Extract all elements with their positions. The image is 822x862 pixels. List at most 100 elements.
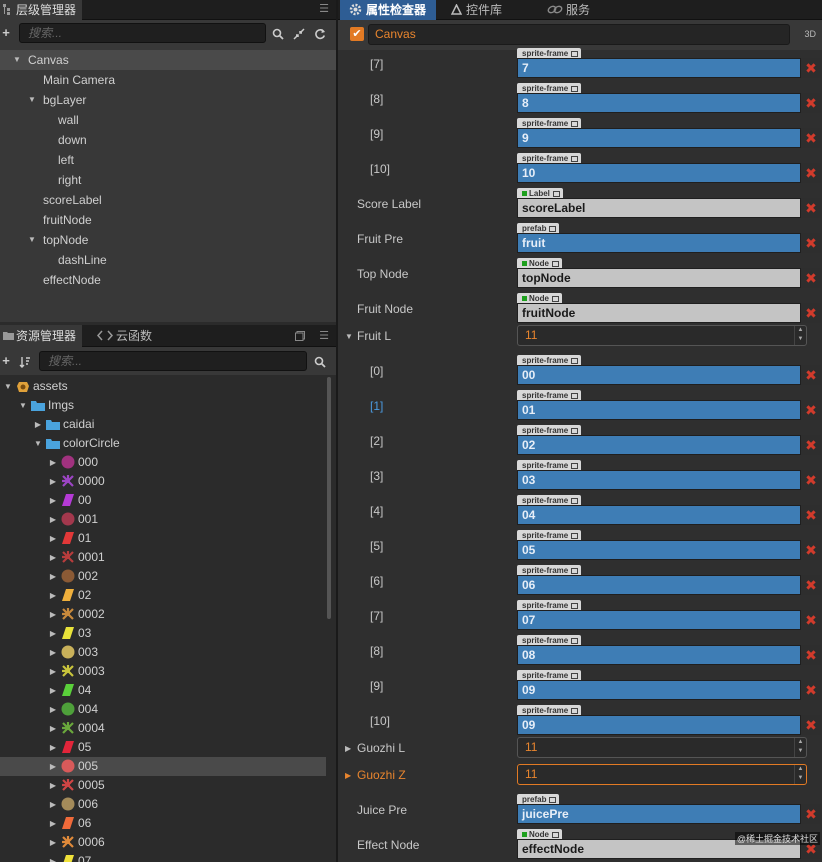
tree-row[interactable]: dashLine (0, 250, 336, 270)
asset-ref-field[interactable]: scoreLabel (517, 198, 801, 218)
asset-row[interactable]: ▶ 0004 (0, 719, 326, 738)
tab-assets[interactable]: 资源管理器 (0, 325, 83, 347)
open-link-icon[interactable] (571, 427, 579, 434)
asset-ref-field[interactable]: 08 (517, 645, 801, 665)
add-asset-button[interactable]: + (0, 353, 14, 369)
open-link-icon[interactable] (552, 190, 560, 197)
remove-icon[interactable]: ✖ (801, 470, 821, 490)
stepper-icon[interactable]: ▲ ▼ (794, 326, 806, 345)
asset-ref-field[interactable]: 7 (517, 58, 801, 78)
asset-row[interactable]: ▼ assets (0, 377, 326, 396)
node-active-checkbox[interactable]: ✔ (350, 27, 364, 41)
expand-arrow-icon[interactable]: ▼ (345, 319, 353, 354)
open-link-icon[interactable] (571, 567, 579, 574)
asset-row[interactable]: ▼ colorCircle (0, 434, 326, 453)
open-link-icon[interactable] (552, 295, 559, 302)
asset-row[interactable]: ▶ 02 (0, 586, 326, 605)
asset-ref-field[interactable]: 00 (517, 365, 801, 385)
toggle-3d-button[interactable]: 3D (804, 29, 816, 39)
asset-row[interactable]: ▼ Imgs (0, 396, 326, 415)
asset-row[interactable]: ▶ 0002 (0, 605, 326, 624)
stepper-icon[interactable]: ▲ ▼ (794, 738, 806, 757)
asset-ref-field[interactable]: topNode (517, 268, 801, 288)
asset-row[interactable]: ▶ 0005 (0, 776, 326, 795)
asset-row[interactable]: ▶ 001 (0, 510, 326, 529)
node-name-input[interactable]: Canvas (368, 24, 790, 45)
open-link-icon[interactable] (571, 497, 579, 504)
remove-icon[interactable]: ✖ (801, 505, 821, 525)
asset-row[interactable]: ▶ 0001 (0, 548, 326, 567)
asset-ref-field[interactable]: 05 (517, 540, 801, 560)
asset-row[interactable]: ▶ 05 (0, 738, 326, 757)
open-link-icon[interactable] (571, 672, 579, 679)
asset-row[interactable]: ▶ 01 (0, 529, 326, 548)
open-link-icon[interactable] (571, 392, 579, 399)
open-link-icon[interactable] (571, 155, 579, 162)
tree-row[interactable]: fruitNode (0, 210, 336, 230)
tree-row[interactable]: left (0, 150, 336, 170)
asset-ref-field[interactable]: 02 (517, 435, 801, 455)
refresh-icon[interactable] (314, 28, 326, 40)
open-link-icon[interactable] (571, 357, 579, 364)
tab-widget-library[interactable]: 控件库 (448, 0, 508, 20)
asset-row[interactable]: ▶ 006 (0, 795, 326, 814)
open-link-icon[interactable] (571, 602, 579, 609)
remove-icon[interactable]: ✖ (801, 268, 821, 288)
tab-hierarchy[interactable]: 层级管理器 (0, 0, 83, 20)
remove-icon[interactable]: ✖ (801, 575, 821, 595)
open-link-icon[interactable] (571, 462, 579, 469)
stepper-icon[interactable]: ▲ ▼ (794, 765, 806, 784)
assets-scrollbar[interactable] (326, 377, 332, 862)
tree-row[interactable]: ▼ bgLayer (0, 90, 336, 110)
open-link-icon[interactable] (571, 532, 579, 539)
expand-arrow-icon[interactable]: ▶ (345, 758, 351, 793)
asset-row[interactable]: ▶ 0006 (0, 833, 326, 852)
tree-row[interactable]: right (0, 170, 336, 190)
search-icon[interactable] (272, 28, 284, 40)
tab-services[interactable]: 服务 (544, 0, 596, 20)
open-link-icon[interactable] (571, 120, 579, 127)
tree-row[interactable]: scoreLabel (0, 190, 336, 210)
asset-row[interactable]: ▶ 003 (0, 643, 326, 662)
open-link-icon[interactable] (571, 85, 579, 92)
remove-icon[interactable]: ✖ (801, 365, 821, 385)
tab-inspector[interactable]: 属性检查器 (340, 0, 437, 20)
asset-ref-field[interactable]: 01 (517, 400, 801, 420)
assets-search-input[interactable]: 搜索... (39, 351, 307, 371)
open-link-icon[interactable] (571, 707, 579, 714)
remove-icon[interactable]: ✖ (801, 680, 821, 700)
tree-row[interactable]: effectNode (0, 270, 336, 290)
tree-row[interactable]: ▼ topNode (0, 230, 336, 250)
remove-icon[interactable]: ✖ (801, 93, 821, 113)
remove-icon[interactable]: ✖ (801, 400, 821, 420)
open-link-icon[interactable] (552, 260, 559, 267)
sort-icon[interactable] (19, 356, 31, 368)
remove-icon[interactable]: ✖ (801, 58, 821, 78)
tree-row[interactable]: wall (0, 110, 336, 130)
open-link-icon[interactable] (549, 225, 557, 232)
remove-icon[interactable]: ✖ (801, 804, 821, 824)
asset-ref-field[interactable]: 07 (517, 610, 801, 630)
remove-icon[interactable]: ✖ (801, 198, 821, 218)
asset-ref-field[interactable]: juicePre (517, 804, 801, 824)
remove-icon[interactable]: ✖ (801, 163, 821, 183)
hierarchy-menu-icon[interactable]: ☰ (318, 3, 330, 15)
asset-row[interactable]: ▶ 000 (0, 453, 326, 472)
number-input[interactable]: 11 ▲ ▼ (517, 737, 807, 758)
asset-ref-field[interactable]: 06 (517, 575, 801, 595)
collapse-all-icon[interactable] (293, 28, 305, 40)
open-link-icon[interactable] (552, 831, 559, 838)
asset-row[interactable]: ▶ 002 (0, 567, 326, 586)
asset-ref-field[interactable]: 10 (517, 163, 801, 183)
asset-row[interactable]: ▶ 07 (0, 852, 326, 862)
assets-scroll-thumb[interactable] (327, 377, 331, 619)
asset-ref-field[interactable]: 09 (517, 680, 801, 700)
search-icon[interactable] (314, 356, 326, 368)
asset-row[interactable]: ▶ caidai (0, 415, 326, 434)
remove-icon[interactable]: ✖ (801, 540, 821, 560)
remove-icon[interactable]: ✖ (801, 233, 821, 253)
asset-row[interactable]: ▶ 03 (0, 624, 326, 643)
assets-menu-icon[interactable]: ☰ (318, 330, 330, 342)
tree-row[interactable]: down (0, 130, 336, 150)
remove-icon[interactable]: ✖ (801, 610, 821, 630)
